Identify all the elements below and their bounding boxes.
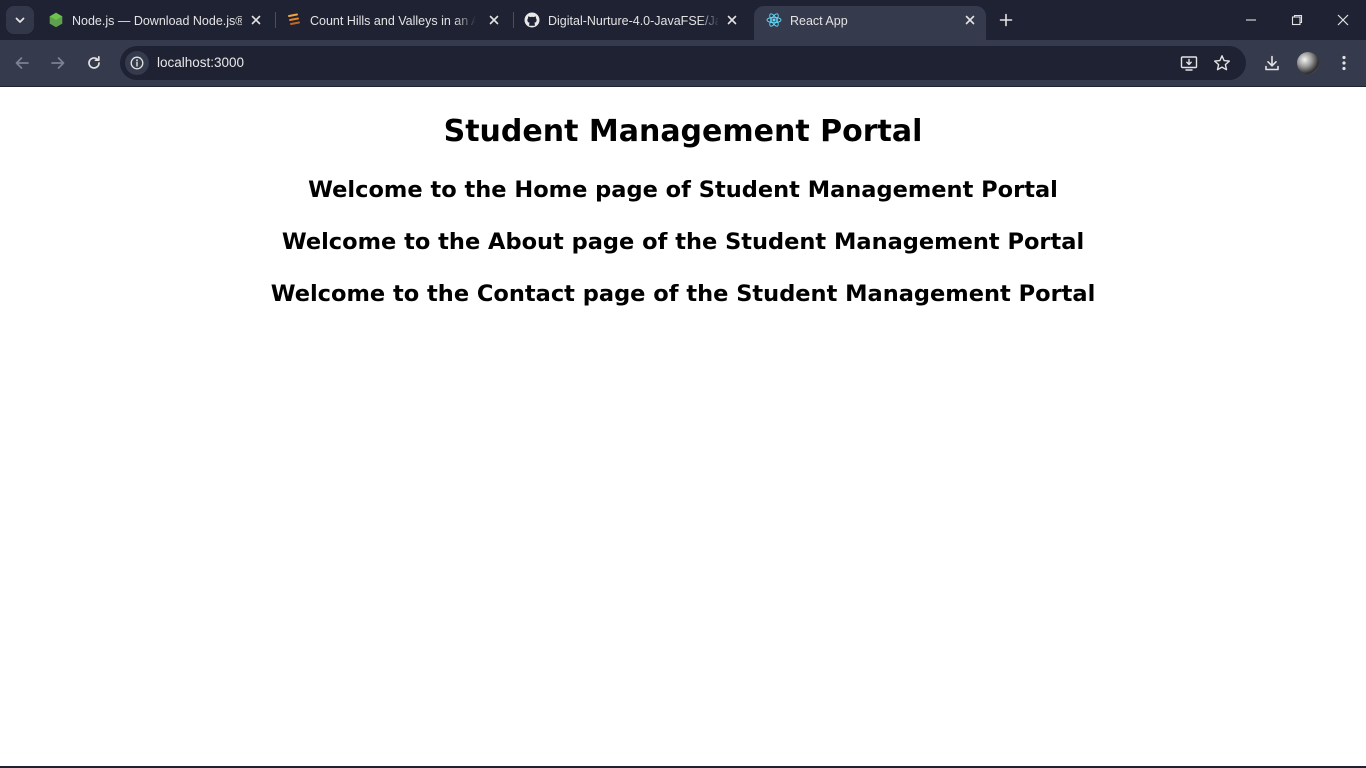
page-content: Student Management Portal Welcome to the… [0,87,1366,768]
reload-button[interactable] [80,49,108,77]
back-button[interactable] [8,49,36,77]
tab-count-hills[interactable]: Count Hills and Valleys in an Ar [274,0,512,40]
close-tab-icon[interactable] [248,12,264,28]
reload-icon [88,55,100,69]
tab-title-fade [454,0,476,40]
tab-title-fade [698,0,720,40]
install-app-button[interactable] [1179,53,1199,73]
react-icon [766,12,782,28]
close-tab-icon[interactable] [486,12,502,28]
download-icon [1265,55,1279,71]
close-tab-icon[interactable] [962,12,978,28]
bookmark-button[interactable] [1212,53,1232,73]
arrow-right-icon [51,57,65,69]
plus-icon [999,13,1013,27]
tab-title: Node.js — Download Node.js® [72,14,242,28]
tab-title: Count Hills and Valleys in an Ar [310,14,476,28]
page-title: Student Management Portal [443,114,923,149]
tab-github[interactable]: Digital-Nurture-4.0-JavaFSE/Jav [512,0,752,40]
downloads-button[interactable] [1260,51,1284,75]
tab-title: React App [790,14,848,28]
site-info-button[interactable] [125,51,149,75]
tab-title: Digital-Nurture-4.0-JavaFSE/Jav [548,14,718,28]
address-bar[interactable]: localhost:3000 [120,46,1246,80]
restore-button[interactable] [1274,0,1320,40]
forward-button[interactable] [44,49,72,77]
browser-toolbar: localhost:3000 [0,40,1366,86]
tab-strip: Node.js — Download Node.js® Count Hills … [0,0,1366,40]
tab-search-button[interactable] [6,6,34,34]
minimize-icon [1246,19,1256,21]
chevron-down-icon [15,17,25,23]
arrow-left-icon [15,57,29,69]
info-icon [130,56,144,70]
stackexchange-icon [286,12,302,28]
browser-menu-button[interactable] [1332,51,1356,75]
close-icon [1337,14,1349,26]
github-icon [524,12,540,28]
star-icon [1214,55,1230,71]
more-vertical-icon [1342,55,1346,71]
url-text[interactable]: localhost:3000 [157,55,244,71]
contact-section-heading: Welcome to the Contact page of the Stude… [270,281,1096,307]
close-window-button[interactable] [1320,0,1366,40]
tab-react-app[interactable]: React App [754,6,986,40]
minimize-button[interactable] [1228,0,1274,40]
nodejs-icon [48,12,64,28]
close-tab-icon[interactable] [724,12,740,28]
new-tab-button[interactable] [994,8,1018,32]
home-section-heading: Welcome to the Home page of Student Mana… [308,177,1058,203]
profile-avatar[interactable] [1297,52,1319,74]
tab-nodejs[interactable]: Node.js — Download Node.js® [36,0,274,40]
restore-icon [1291,14,1303,26]
about-section-heading: Welcome to the About page of the Student… [281,229,1085,255]
install-app-icon [1180,56,1198,71]
